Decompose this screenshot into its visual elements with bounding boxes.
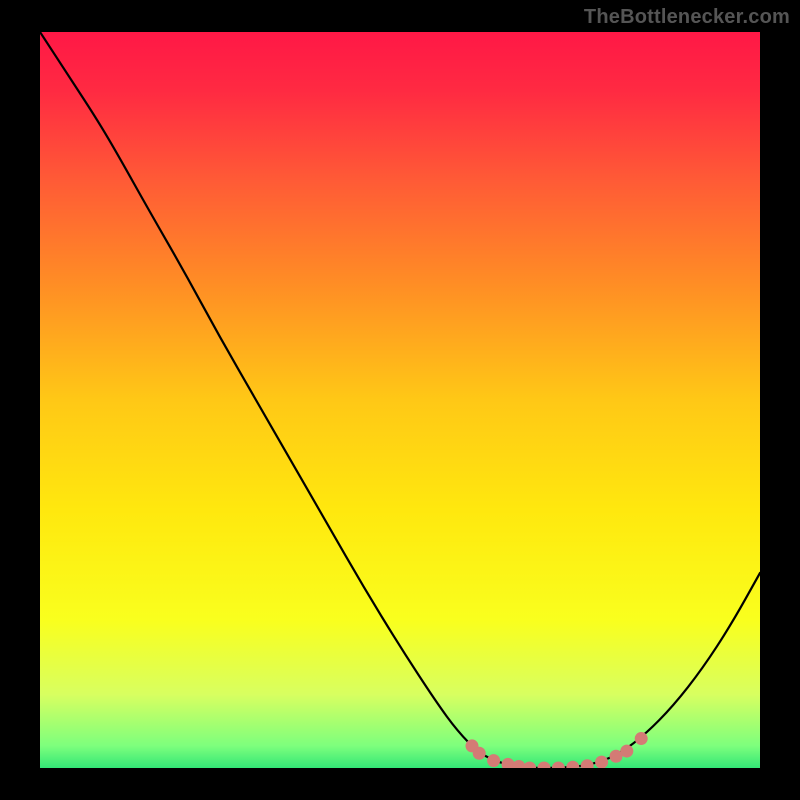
chart-frame: TheBottlenecker.com bbox=[0, 0, 800, 800]
watermark-text: TheBottlenecker.com bbox=[584, 6, 790, 29]
optimal-marker bbox=[620, 745, 633, 758]
optimal-marker bbox=[473, 747, 486, 760]
gradient-background bbox=[40, 32, 760, 768]
chart-svg bbox=[40, 32, 760, 768]
chart-plot bbox=[40, 32, 760, 768]
optimal-marker bbox=[595, 756, 608, 768]
optimal-marker bbox=[487, 754, 500, 767]
optimal-marker bbox=[635, 732, 648, 745]
